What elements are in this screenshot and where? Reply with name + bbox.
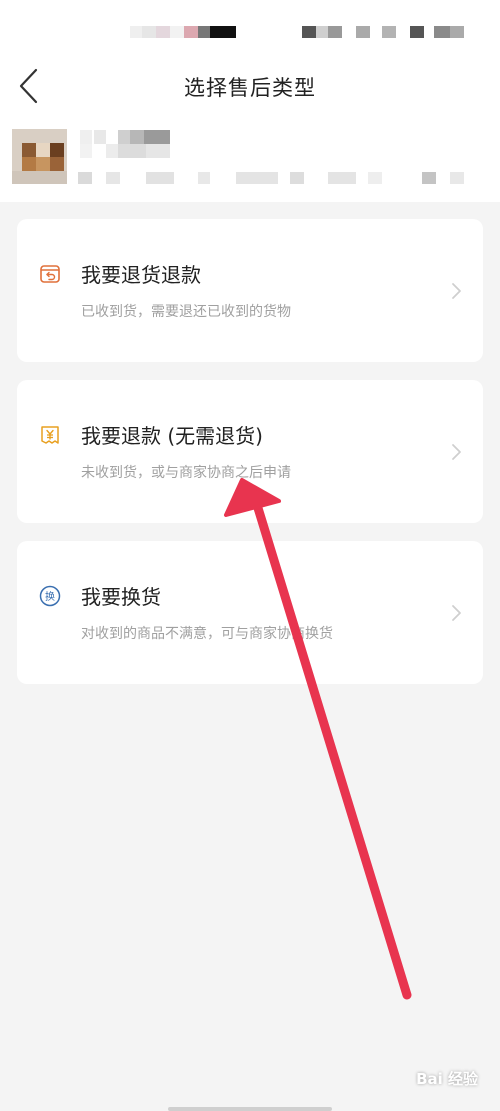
option-exchange[interactable]: 换 我要换货 对收到的商品不满意，可与商家协商换货 xyxy=(17,541,483,684)
option-title: 我要换货 xyxy=(81,585,161,609)
yen-refund-icon xyxy=(41,426,59,444)
status-bar xyxy=(0,0,500,58)
option-return-and-refund[interactable]: 我要退货退款 已收到货，需要退还已收到的货物 xyxy=(17,219,483,362)
option-description: 已收到货，需要退还已收到的货物 xyxy=(81,304,291,320)
option-description: 未收到货，或与商家协商之后申请 xyxy=(81,465,291,481)
option-title: 我要退货退款 xyxy=(81,263,201,287)
option-description: 对收到的商品不满意，可与商家协商换货 xyxy=(81,626,333,642)
product-thumbnail xyxy=(12,129,67,184)
return-box-icon xyxy=(40,265,60,283)
product-summary[interactable] xyxy=(0,116,500,202)
option-title: 我要退款 (无需退货) xyxy=(81,424,263,448)
chevron-right-icon xyxy=(452,283,461,299)
page-title: 选择售后类型 xyxy=(184,76,316,100)
nav-bar: 选择售后类型 xyxy=(0,58,500,116)
exchange-icon: 换 xyxy=(39,585,61,607)
svg-text:换: 换 xyxy=(45,590,55,603)
option-refund-only[interactable]: 我要退款 (无需退货) 未收到货，或与商家协商之后申请 xyxy=(17,380,483,523)
chevron-right-icon xyxy=(452,605,461,621)
chevron-right-icon xyxy=(452,444,461,460)
after-sales-type-page: 选择售后类型 我要退货退款 已收到货，需要退还已收到的货物 我要退款 (无需退货… xyxy=(0,0,500,1111)
watermark-logo: Bai 经验 xyxy=(416,1070,478,1088)
home-indicator xyxy=(168,1107,332,1111)
